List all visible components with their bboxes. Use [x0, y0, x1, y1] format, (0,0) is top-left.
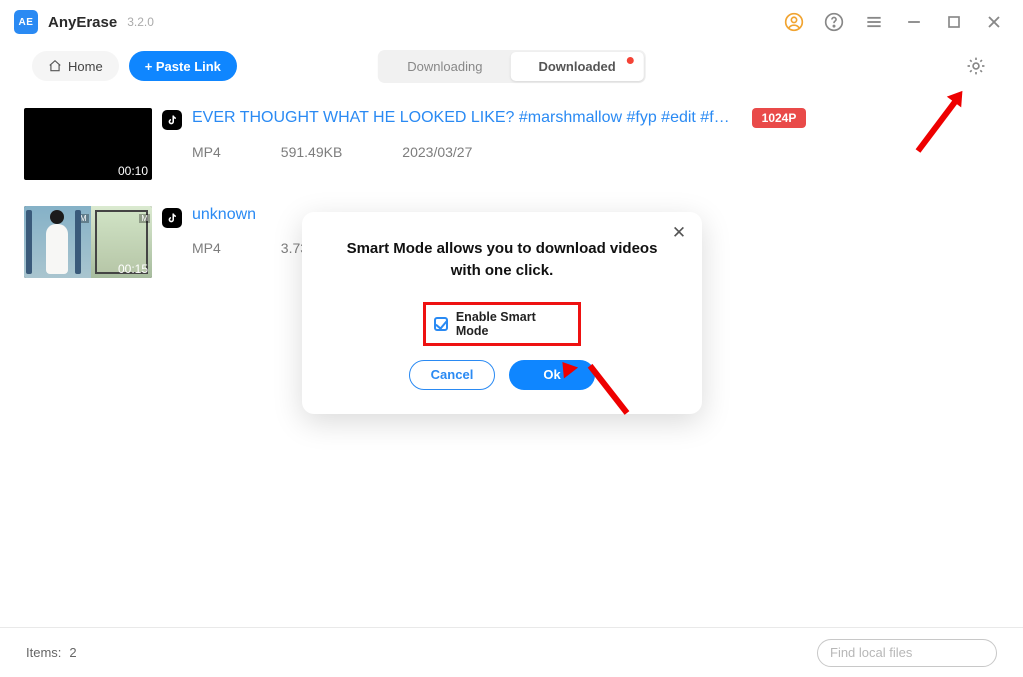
tab-downloading-label: Downloading	[407, 59, 482, 74]
app-logo: AE	[14, 10, 38, 34]
title-bar: AE AnyErase 3.2.0	[0, 0, 1023, 44]
maximize-icon[interactable]	[939, 7, 969, 37]
tiktok-icon	[162, 110, 182, 130]
toolbar: Home + Paste Link Downloading Downloaded	[0, 44, 1023, 88]
status-bar: Items: 2	[0, 627, 1023, 677]
items-label: Items:	[26, 645, 61, 660]
account-icon[interactable]	[779, 7, 809, 37]
video-duration: 00:15	[118, 262, 148, 276]
tab-downloading[interactable]: Downloading	[379, 52, 510, 81]
video-title[interactable]: EVER THOUGHT WHAT HE LOOKED LIKE? #marsh…	[192, 109, 730, 127]
home-button-label: Home	[68, 59, 103, 74]
help-icon[interactable]	[819, 7, 849, 37]
home-icon	[48, 59, 62, 73]
video-format: MP4	[192, 144, 221, 160]
dialog-close-button[interactable]: ✕	[668, 222, 690, 244]
tab-downloaded-label: Downloaded	[538, 59, 615, 74]
dialog-message: Smart Mode allows you to download videos…	[330, 238, 674, 282]
smart-mode-dialog: ✕ Smart Mode allows you to download vide…	[302, 212, 702, 414]
tab-switch: Downloading Downloaded	[377, 50, 645, 83]
notification-dot-icon	[627, 57, 634, 64]
close-icon[interactable]	[979, 7, 1009, 37]
dialog-message-line2: with one click.	[451, 262, 554, 279]
minimize-icon[interactable]	[899, 7, 929, 37]
settings-button[interactable]	[961, 51, 991, 81]
menu-icon[interactable]	[859, 7, 889, 37]
cancel-button-label: Cancel	[431, 367, 474, 382]
app-name: AnyErase	[48, 14, 117, 31]
enable-smart-mode-row: Enable Smart Mode	[423, 302, 581, 346]
dialog-message-line1: Smart Mode allows you to download videos	[347, 240, 658, 257]
quality-badge: 1024P	[752, 108, 807, 128]
enable-smart-mode-label: Enable Smart Mode	[456, 310, 570, 338]
ok-button-label: Ok	[543, 367, 560, 382]
video-size: 591.49KB	[281, 144, 343, 160]
home-button[interactable]: Home	[32, 51, 119, 81]
list-item: 00:10 EVER THOUGHT WHAT HE LOOKED LIKE? …	[24, 100, 999, 198]
tab-downloaded[interactable]: Downloaded	[510, 52, 643, 81]
ok-button[interactable]: Ok	[509, 360, 595, 390]
items-count: 2	[69, 645, 76, 660]
paste-link-label: + Paste Link	[145, 59, 221, 74]
app-version: 3.2.0	[127, 15, 154, 29]
gear-icon	[965, 55, 987, 77]
video-date: 2023/03/27	[402, 144, 472, 160]
cancel-button[interactable]: Cancel	[409, 360, 495, 390]
video-title[interactable]: unknown	[192, 206, 256, 224]
video-thumbnail[interactable]: M M 00:15	[24, 206, 152, 278]
video-thumbnail[interactable]: 00:10	[24, 108, 152, 180]
video-format: MP4	[192, 240, 221, 256]
video-duration: 00:10	[118, 164, 148, 178]
search-input[interactable]	[828, 644, 1008, 661]
tiktok-icon	[162, 208, 182, 228]
search-local-files[interactable]	[817, 639, 997, 667]
enable-smart-mode-checkbox[interactable]	[434, 317, 448, 331]
paste-link-button[interactable]: + Paste Link	[129, 51, 237, 81]
